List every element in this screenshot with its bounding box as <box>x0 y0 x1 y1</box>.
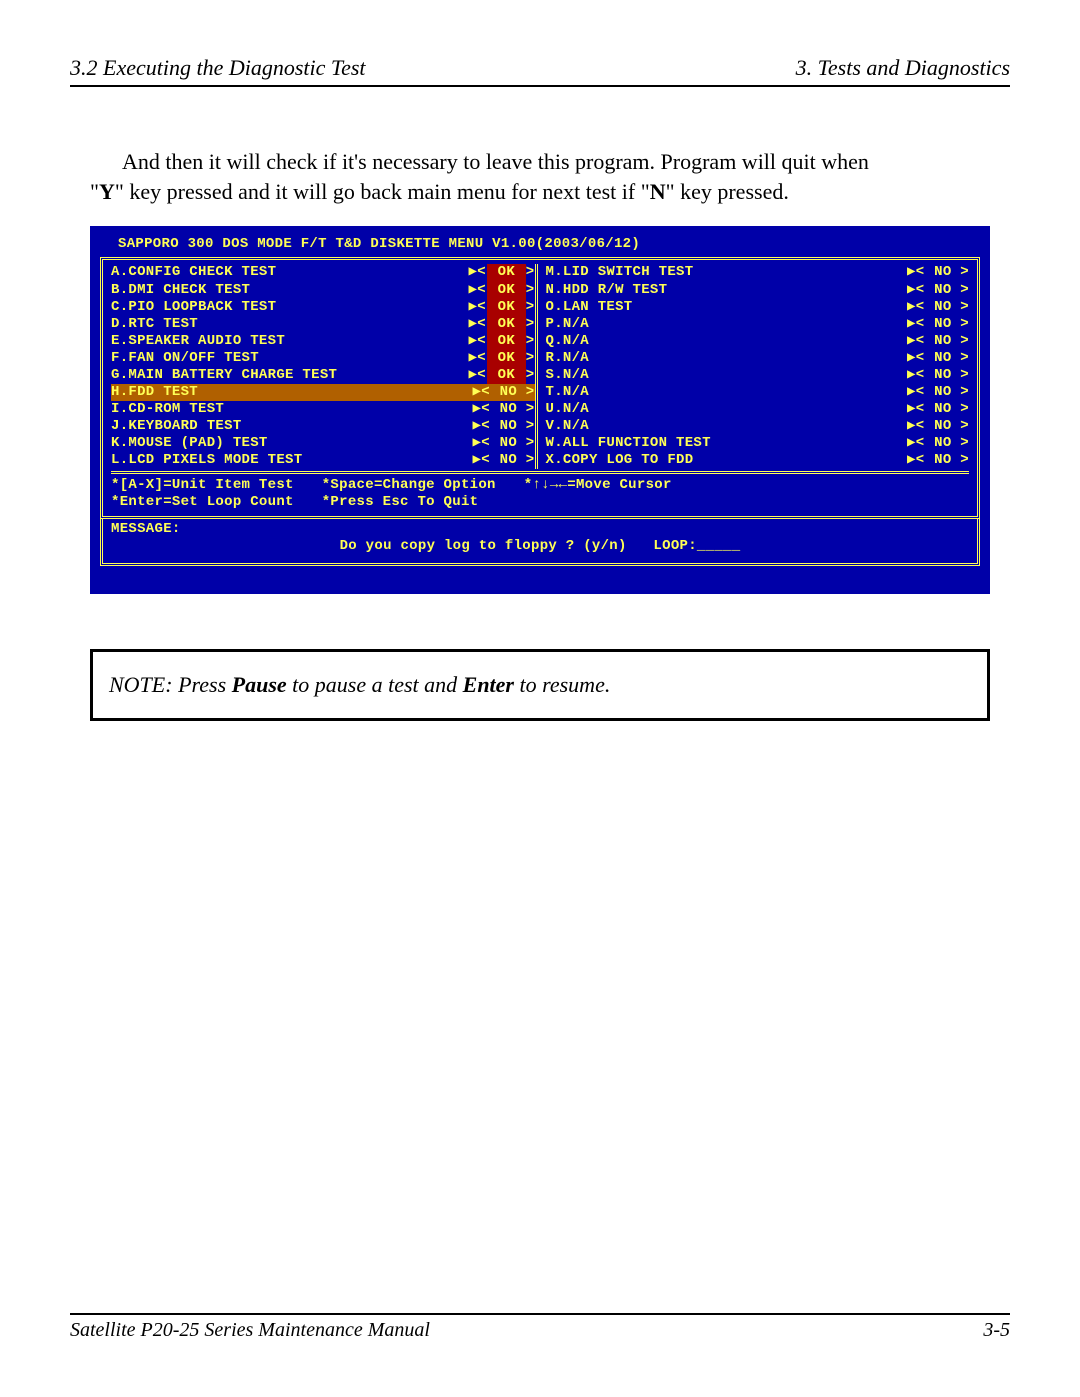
help-unit-item: *[A-X]=Unit Item Test <box>111 477 294 494</box>
menu-item-label: Q.N/A <box>546 333 590 350</box>
status-cell: ▶< NO > <box>907 264 969 281</box>
menu-item-label: I.CD-ROM TEST <box>111 401 224 418</box>
menu-item-label: F.FAN ON/OFF TEST <box>111 350 259 367</box>
status-cell: ▶< NO > <box>907 316 969 333</box>
status-cell: ▶< NO > <box>907 435 969 452</box>
status-cell: ▶< NO > <box>473 384 535 401</box>
status-cell: ▶< NO > <box>473 435 535 452</box>
menu-item-label: K.MOUSE (PAD) TEST <box>111 435 268 452</box>
dos-message-label: MESSAGE: <box>111 521 969 538</box>
menu-item[interactable]: G.MAIN BATTERY CHARGE TEST ▶< OK > <box>111 367 535 384</box>
menu-item-label: C.PIO LOOPBACK TEST <box>111 299 276 316</box>
dos-message-text: Do you copy log to floppy ? (y/n) <box>340 538 627 554</box>
menu-item[interactable]: A.CONFIG CHECK TEST ▶< OK > <box>111 264 535 281</box>
menu-item[interactable]: E.SPEAKER AUDIO TEST ▶< OK > <box>111 333 535 350</box>
status-cell: ▶< OK > <box>469 282 535 299</box>
page-header: 3.2 Executing the Diagnostic Test 3. Tes… <box>70 55 1010 87</box>
menu-item[interactable]: R.N/A ▶< NO > <box>546 350 970 367</box>
status-cell: ▶< NO > <box>907 452 969 469</box>
menu-item-label: H.FDD TEST <box>111 384 198 401</box>
menu-item-label: L.LCD PIXELS MODE TEST <box>111 452 302 469</box>
status-cell: ▶< NO > <box>473 452 535 469</box>
dos-menu-title: SAPPORO 300 DOS MODE F/T T&D DISKETTE ME… <box>100 234 980 257</box>
menu-item[interactable]: Q.N/A ▶< NO > <box>546 333 970 350</box>
dos-right-column: M.LID SWITCH TEST ▶< NO > N.HDD R/W TEST ▶<… <box>535 264 970 469</box>
footer-page-number: 3-5 <box>983 1319 1010 1342</box>
status-cell: ▶< NO > <box>907 367 969 384</box>
menu-item-label: G.MAIN BATTERY CHARGE TEST <box>111 367 337 384</box>
status-cell: ▶< NO > <box>907 282 969 299</box>
page-footer: Satellite P20-25 Series Maintenance Manu… <box>70 1313 1010 1342</box>
menu-item[interactable]: W.ALL FUNCTION TEST ▶< NO > <box>546 435 970 452</box>
menu-item[interactable]: S.N/A ▶< NO > <box>546 367 970 384</box>
dos-loop-label: LOOP:_____ <box>653 538 740 554</box>
dos-screenshot: SAPPORO 300 DOS MODE F/T T&D DISKETTE ME… <box>90 226 990 593</box>
menu-item-label: A.CONFIG CHECK TEST <box>111 264 276 281</box>
status-cell: ▶< NO > <box>473 418 535 435</box>
status-cell: ▶< OK > <box>469 316 535 333</box>
menu-item[interactable]: N.HDD R/W TEST ▶< NO > <box>546 282 970 299</box>
dos-message-box: MESSAGE: Do you copy log to floppy ? (y/… <box>100 519 980 566</box>
menu-item[interactable]: O.LAN TEST ▶< NO > <box>546 299 970 316</box>
menu-item[interactable]: U.N/A ▶< NO > <box>546 401 970 418</box>
help-esc-quit: *Press Esc To Quit <box>322 494 479 511</box>
status-cell: ▶< OK > <box>469 264 535 281</box>
menu-item[interactable]: M.LID SWITCH TEST ▶< NO > <box>546 264 970 281</box>
status-cell: ▶< NO > <box>907 333 969 350</box>
menu-item-label: T.N/A <box>546 384 590 401</box>
menu-item-label: B.DMI CHECK TEST <box>111 282 250 299</box>
menu-item[interactable]: H.FDD TEST ▶< NO > <box>111 384 535 401</box>
header-section-right: 3. Tests and Diagnostics <box>796 55 1010 81</box>
footer-manual-title: Satellite P20-25 Series Maintenance Manu… <box>70 1319 430 1342</box>
menu-item[interactable]: K.MOUSE (PAD) TEST ▶< NO > <box>111 435 535 452</box>
status-cell: ▶< NO > <box>907 350 969 367</box>
menu-item-label: N.HDD R/W TEST <box>546 282 668 299</box>
menu-item-label: V.N/A <box>546 418 590 435</box>
menu-item-label: P.N/A <box>546 316 590 333</box>
menu-item-label: U.N/A <box>546 401 590 418</box>
body-paragraph: And then it will check if it's necessary… <box>90 147 990 206</box>
menu-item[interactable]: X.COPY LOG TO FDD ▶< NO > <box>546 452 970 469</box>
status-cell: ▶< OK > <box>469 367 535 384</box>
menu-item-label: O.LAN TEST <box>546 299 633 316</box>
menu-item[interactable]: J.KEYBOARD TEST ▶< NO > <box>111 418 535 435</box>
menu-item-label: M.LID SWITCH TEST <box>546 264 694 281</box>
menu-item-label: D.RTC TEST <box>111 316 198 333</box>
menu-item[interactable]: P.N/A ▶< NO > <box>546 316 970 333</box>
menu-item-label: W.ALL FUNCTION TEST <box>546 435 711 452</box>
status-cell: ▶< OK > <box>469 350 535 367</box>
status-cell: ▶< NO > <box>907 384 969 401</box>
menu-item-label: R.N/A <box>546 350 590 367</box>
menu-item[interactable]: F.FAN ON/OFF TEST ▶< OK > <box>111 350 535 367</box>
note-box: NOTE: Press Pause to pause a test and En… <box>90 649 990 721</box>
dos-help-bar: *[A-X]=Unit Item Test *Space=Change Opti… <box>111 471 969 511</box>
status-cell: ▶< NO > <box>473 401 535 418</box>
status-cell: ▶< NO > <box>907 401 969 418</box>
menu-item[interactable]: V.N/A ▶< NO > <box>546 418 970 435</box>
menu-item[interactable]: C.PIO LOOPBACK TEST ▶< OK > <box>111 299 535 316</box>
menu-item-label: X.COPY LOG TO FDD <box>546 452 694 469</box>
menu-item-label: J.KEYBOARD TEST <box>111 418 242 435</box>
menu-item-label: E.SPEAKER AUDIO TEST <box>111 333 285 350</box>
status-cell: ▶< NO > <box>907 418 969 435</box>
help-space-option: *Space=Change Option <box>322 477 496 494</box>
menu-item[interactable]: L.LCD PIXELS MODE TEST ▶< NO > <box>111 452 535 469</box>
dos-left-column: A.CONFIG CHECK TEST▶< OK >B.DMI CHECK TE… <box>111 264 535 469</box>
status-cell: ▶< OK > <box>469 299 535 316</box>
menu-item[interactable]: B.DMI CHECK TEST ▶< OK > <box>111 282 535 299</box>
menu-item[interactable]: D.RTC TEST ▶< OK > <box>111 316 535 333</box>
status-cell: ▶< NO > <box>907 299 969 316</box>
menu-item[interactable]: T.N/A ▶< NO > <box>546 384 970 401</box>
header-section-left: 3.2 Executing the Diagnostic Test <box>70 55 366 81</box>
help-move-cursor: *↑↓→←=Move Cursor <box>524 477 672 494</box>
help-enter-loop: *Enter=Set Loop Count <box>111 494 294 511</box>
menu-item-label: S.N/A <box>546 367 590 384</box>
status-cell: ▶< OK > <box>469 333 535 350</box>
menu-item[interactable]: I.CD-ROM TEST ▶< NO > <box>111 401 535 418</box>
